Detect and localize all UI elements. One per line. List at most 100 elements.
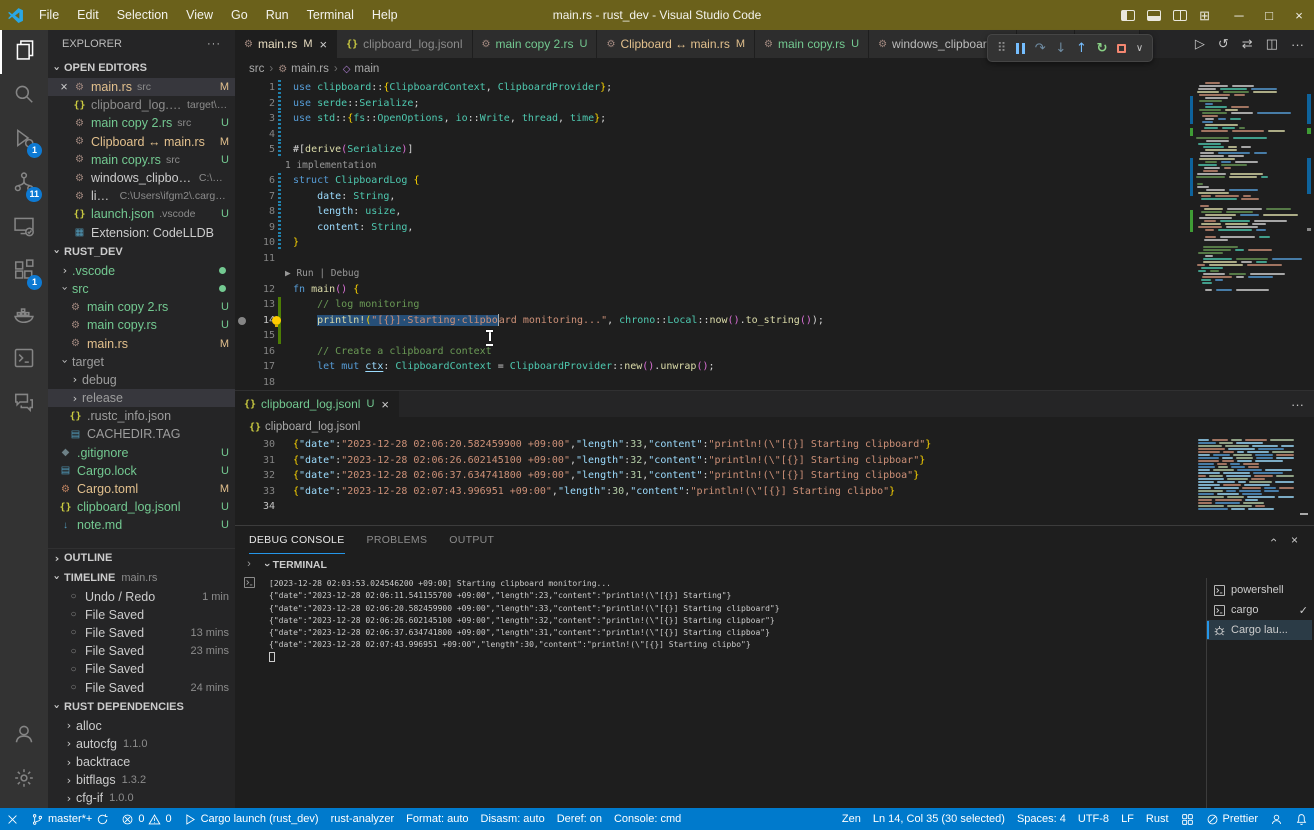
status-feedback[interactable] bbox=[1264, 808, 1289, 830]
tree-item-src[interactable]: ›src bbox=[48, 280, 235, 298]
section-header-open-editors[interactable]: ›OPEN EDITORS bbox=[48, 58, 235, 78]
compare-changes-icon[interactable]: ⇄ bbox=[1242, 36, 1253, 52]
panel-tab-output[interactable]: OUTPUT bbox=[449, 526, 494, 554]
menu-view[interactable]: View bbox=[177, 4, 222, 26]
toggle-sidebar-icon[interactable] bbox=[1121, 10, 1135, 21]
step-into-icon[interactable]: ↓ bbox=[1055, 41, 1066, 56]
activity-explorer[interactable] bbox=[0, 30, 48, 74]
code-editor[interactable]: 1use clipboard::{ClipboardContext, Clipb… bbox=[235, 80, 1314, 390]
tree-item-clipboard-log-jsonl[interactable]: {}clipboard_log.jsonlU bbox=[48, 498, 235, 516]
activity-remote-terminal[interactable] bbox=[0, 338, 48, 382]
run-icon[interactable]: ▷ bbox=[1195, 36, 1205, 52]
status-0[interactable]: 00 bbox=[115, 808, 177, 830]
status-deref-on[interactable]: Deref: on bbox=[551, 808, 608, 830]
minimap-slider[interactable] bbox=[1300, 513, 1308, 515]
breadcrumb-item[interactable]: main bbox=[354, 63, 379, 75]
breakpoint-margin[interactable] bbox=[235, 235, 249, 251]
breakpoint-margin[interactable] bbox=[235, 297, 249, 313]
status-lf[interactable]: LF bbox=[1115, 808, 1140, 830]
menu-terminal[interactable]: Terminal bbox=[298, 4, 363, 26]
activity-source-control[interactable]: 11 bbox=[0, 162, 48, 206]
restart-icon[interactable]: ↻ bbox=[1097, 41, 1108, 56]
open-editor-item[interactable]: ⚙main copy 2.rssrcU bbox=[48, 114, 235, 132]
terminal-instance-cargo-lau-[interactable]: Cargo lau... bbox=[1207, 620, 1312, 640]
breakpoint-margin[interactable] bbox=[235, 204, 249, 220]
dependency-item[interactable]: ›backtrace bbox=[48, 753, 235, 771]
close-panel-icon[interactable]: × bbox=[1291, 533, 1298, 547]
toggle-secondary-sidebar-icon[interactable] bbox=[1173, 10, 1187, 21]
breakpoint-margin[interactable] bbox=[235, 142, 249, 158]
customize-layout-icon[interactable]: ⊞ bbox=[1199, 10, 1210, 21]
open-editor-item[interactable]: ⚙lib.rsC:\Users\ifgm2\.cargo\re... bbox=[48, 187, 235, 205]
minimap[interactable] bbox=[1190, 82, 1302, 390]
breakpoint-margin[interactable] bbox=[235, 282, 249, 298]
breakpoint-margin[interactable] bbox=[235, 251, 249, 267]
status-rust-analyzer[interactable]: rust-analyzer bbox=[325, 808, 401, 830]
open-editor-item[interactable]: {}launch.json.vscodeU bbox=[48, 205, 235, 223]
tree-item-cargo-lock[interactable]: ▤Cargo.lockU bbox=[48, 462, 235, 480]
status-cargo-launch-rust-dev[interactable]: Cargo launch (rust_dev) bbox=[178, 808, 325, 830]
menu-edit[interactable]: Edit bbox=[68, 4, 108, 26]
panel-tab-debug-console[interactable]: DEBUG CONSOLE bbox=[249, 526, 345, 554]
panel-tab-problems[interactable]: PROBLEMS bbox=[367, 526, 428, 554]
status-utf-8[interactable]: UTF-8 bbox=[1072, 808, 1115, 830]
status-spaces-4[interactable]: Spaces: 4 bbox=[1011, 808, 1072, 830]
step-out-icon[interactable]: ↑ bbox=[1076, 41, 1087, 56]
status-console-cmd[interactable]: Console: cmd bbox=[608, 808, 687, 830]
section-header-rust-dev[interactable]: ›RUST_DEV bbox=[48, 242, 235, 262]
breakpoint-margin[interactable] bbox=[235, 484, 249, 500]
status-rust[interactable]: Rust bbox=[1140, 808, 1175, 830]
breakpoint-margin[interactable] bbox=[235, 80, 249, 96]
breakpoint-margin[interactable] bbox=[235, 313, 249, 329]
dependency-item[interactable]: ›cfg-if1.0.0 bbox=[48, 789, 235, 807]
breakpoint-margin[interactable] bbox=[235, 328, 249, 344]
breakpoint-margin[interactable] bbox=[235, 468, 249, 484]
breakpoint-margin[interactable] bbox=[235, 437, 249, 453]
terminal-section-header[interactable]: ›TERMINAL bbox=[235, 554, 1314, 576]
breakpoint-margin[interactable] bbox=[235, 453, 249, 469]
drag-handle-icon[interactable]: ⠿ bbox=[997, 41, 1007, 56]
terminal-instance-powershell[interactable]: powershell bbox=[1207, 580, 1312, 600]
tree-item-main-rs[interactable]: ⚙main.rsM bbox=[48, 334, 235, 352]
breakpoint-icon[interactable] bbox=[238, 317, 246, 325]
tree-item--gitignore[interactable]: ◆.gitignoreU bbox=[48, 444, 235, 462]
tab-main-copy-rs[interactable]: ⚙main copy.rsU bbox=[755, 30, 869, 58]
status-zen[interactable]: Zen bbox=[836, 808, 867, 830]
step-over-icon[interactable]: ↷ bbox=[1035, 41, 1046, 56]
timeline-item[interactable]: ○File Saved23 mins bbox=[48, 642, 235, 660]
tree-item--rustc-info-json[interactable]: {}.rustc_info.json bbox=[48, 407, 235, 425]
breakpoint-margin[interactable] bbox=[235, 220, 249, 236]
expand-icon[interactable]: › bbox=[247, 558, 251, 570]
tree-item-cargo-toml[interactable]: ⚙Cargo.tomlM bbox=[48, 480, 235, 498]
open-editor-item[interactable]: ⚙windows_clipboard.rsC:\Us... bbox=[48, 169, 235, 187]
toggle-panel-icon[interactable] bbox=[1147, 10, 1161, 21]
breakpoint-margin[interactable] bbox=[235, 127, 249, 143]
lightbulb-icon[interactable] bbox=[272, 316, 281, 325]
breakpoint-margin[interactable] bbox=[235, 96, 249, 112]
tree-item-note-md[interactable]: ↓note.mdU bbox=[48, 516, 235, 534]
menu-help[interactable]: Help bbox=[363, 4, 407, 26]
open-editor-item[interactable]: ▦Extension: CodeLLDB bbox=[48, 224, 235, 242]
timeline-item[interactable]: ○Undo / Redo1 min bbox=[48, 588, 235, 606]
breadcrumb-item[interactable]: main.rs bbox=[291, 63, 329, 75]
open-editor-item[interactable]: {}clipboard_log.jsonltarget\re... bbox=[48, 96, 235, 114]
tree-item--vscode[interactable]: ›.vscode bbox=[48, 262, 235, 280]
activity-settings[interactable] bbox=[0, 758, 48, 802]
tab-main-copy-2-rs[interactable]: ⚙main copy 2.rsU bbox=[473, 30, 598, 58]
menu-selection[interactable]: Selection bbox=[108, 4, 177, 26]
maximize-panel-icon[interactable]: › bbox=[1266, 538, 1280, 542]
breadcrumb-item[interactable]: clipboard_log.jsonl bbox=[265, 421, 360, 433]
status-remote[interactable] bbox=[0, 808, 25, 830]
stop-icon[interactable] bbox=[1117, 44, 1126, 53]
status-grid[interactable] bbox=[1175, 808, 1200, 830]
activity-account[interactable] bbox=[0, 714, 48, 758]
tree-item-main-copy-rs[interactable]: ⚙main copy.rsU bbox=[48, 316, 235, 334]
tree-item-main-copy-2-rs[interactable]: ⚙main copy 2.rsU bbox=[48, 298, 235, 316]
dependency-item[interactable]: ›alloc bbox=[48, 717, 235, 735]
breakpoint-margin[interactable] bbox=[235, 344, 249, 360]
more-actions-icon[interactable]: ··· bbox=[1291, 397, 1304, 412]
code-editor[interactable]: 30{"date":"2023-12-28 02:06:20.582459900… bbox=[235, 437, 1314, 526]
tab-clipboard-log-jsonl[interactable]: {}clipboard_log.jsonl bbox=[337, 30, 472, 58]
minimap-jsonl[interactable] bbox=[1198, 439, 1294, 526]
timeline-item[interactable]: ○File Saved13 mins bbox=[48, 624, 235, 642]
